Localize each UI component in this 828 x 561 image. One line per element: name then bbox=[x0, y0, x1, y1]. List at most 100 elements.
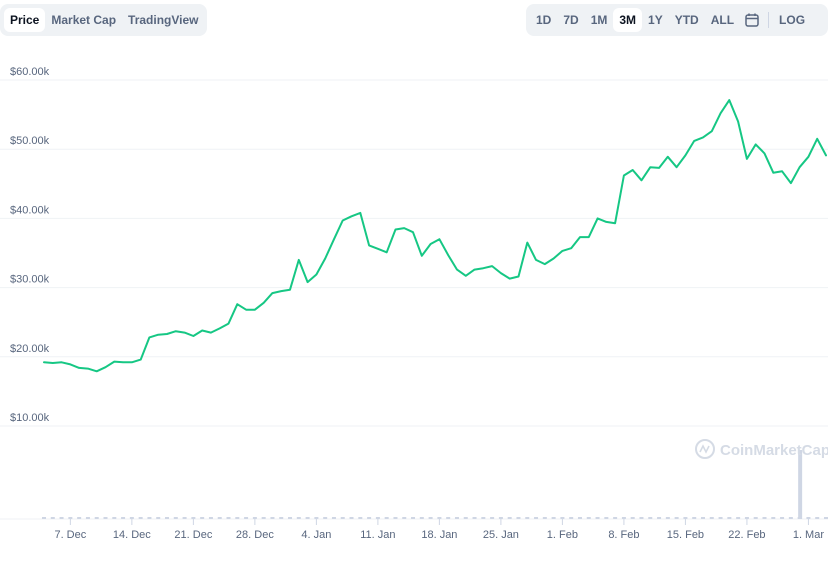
volume-bar bbox=[103, 517, 108, 519]
volume-bar bbox=[621, 517, 626, 519]
volume-bar bbox=[68, 517, 73, 519]
watermark-text: CoinMarketCap bbox=[720, 442, 828, 459]
volume-bar bbox=[481, 517, 486, 519]
volume-bar bbox=[42, 517, 46, 519]
volume-bar bbox=[700, 517, 705, 519]
volume-bar bbox=[393, 517, 398, 519]
volume-bar bbox=[454, 517, 459, 519]
volume-bar bbox=[446, 517, 451, 519]
volume-bar bbox=[595, 517, 600, 519]
volume-bar bbox=[428, 517, 433, 519]
volume-bar bbox=[639, 517, 644, 519]
x-tick-label: 21. Dec bbox=[174, 529, 212, 541]
volume-bar bbox=[288, 517, 293, 519]
volume-bar bbox=[165, 517, 170, 519]
volume-bar bbox=[736, 517, 741, 519]
volume-bar bbox=[402, 517, 407, 519]
volume-bar bbox=[296, 517, 301, 519]
volume-bar bbox=[586, 517, 591, 519]
volume-bar bbox=[472, 517, 477, 519]
volume-bar bbox=[94, 517, 99, 519]
x-tick-label: 14. Dec bbox=[113, 529, 151, 541]
volume-bar bbox=[788, 517, 793, 519]
x-tick-label: 4. Jan bbox=[301, 529, 331, 541]
volume-bar bbox=[261, 517, 266, 519]
volume-bar bbox=[463, 517, 468, 519]
volume-bar bbox=[419, 517, 424, 519]
price-line bbox=[43, 99, 827, 373]
volume-bar bbox=[375, 517, 380, 519]
volume-bar bbox=[613, 517, 618, 519]
y-tick-label: $30.00k bbox=[10, 274, 50, 286]
volume-bar bbox=[270, 517, 275, 519]
x-tick-label: 1. Mar bbox=[793, 529, 825, 541]
volume-bar bbox=[191, 517, 196, 519]
volume-bar bbox=[305, 517, 310, 519]
volume-bar bbox=[665, 517, 670, 519]
volume-bar bbox=[744, 517, 749, 519]
volume-bar bbox=[604, 517, 609, 519]
volume-bar bbox=[244, 517, 249, 519]
volume-bar bbox=[367, 517, 372, 519]
volume-bar bbox=[709, 517, 714, 519]
volume-bar bbox=[129, 517, 134, 519]
watermark: CoinMarketCap bbox=[695, 439, 828, 459]
x-tick-label: 18. Jan bbox=[421, 529, 457, 541]
volume-bar bbox=[815, 517, 820, 519]
volume-bar bbox=[50, 517, 55, 519]
volume-bar bbox=[173, 517, 178, 519]
x-tick-label: 1. Feb bbox=[547, 529, 578, 541]
volume-bar bbox=[727, 517, 732, 519]
x-tick-label: 25. Jan bbox=[483, 529, 519, 541]
volume-bar bbox=[279, 517, 284, 519]
volume-bar bbox=[217, 517, 222, 519]
volume-bar bbox=[358, 517, 363, 519]
volume-bar bbox=[525, 517, 530, 519]
y-tick-label: $50.00k bbox=[10, 135, 50, 147]
volume-bar bbox=[780, 517, 785, 519]
volume-bar bbox=[577, 517, 582, 519]
volume-bar bbox=[683, 517, 688, 519]
volume-bar bbox=[657, 517, 662, 519]
volume-bar bbox=[235, 517, 240, 519]
volume-bar bbox=[753, 517, 758, 519]
volume-bar bbox=[806, 517, 811, 519]
x-tick-label: 11. Jan bbox=[360, 529, 395, 541]
volume-bar bbox=[674, 517, 679, 519]
x-tick-label: 7. Dec bbox=[54, 529, 86, 541]
volume-bar bbox=[771, 517, 776, 519]
volume-bar bbox=[349, 517, 354, 519]
volume-bar bbox=[200, 517, 205, 519]
y-tick-label: $60.00k bbox=[10, 66, 50, 78]
volume-bar bbox=[762, 517, 767, 519]
coinmarketcap-logo-icon bbox=[695, 439, 715, 459]
volume-bar bbox=[252, 517, 257, 519]
volume-bar bbox=[323, 517, 328, 519]
volume-bar bbox=[147, 517, 152, 519]
volume-bar bbox=[498, 517, 503, 519]
y-tick-label: $10.00k bbox=[10, 412, 50, 424]
volume-bar bbox=[411, 517, 416, 519]
volume-bar bbox=[542, 517, 547, 519]
volume-bar bbox=[569, 517, 574, 519]
volume-bar bbox=[182, 517, 187, 519]
volume-bar bbox=[77, 517, 82, 519]
volume-bar bbox=[824, 517, 828, 519]
volume-bar bbox=[718, 517, 723, 519]
volume-bar bbox=[437, 517, 442, 519]
volume-bar bbox=[490, 517, 495, 519]
volume-bar bbox=[314, 517, 319, 519]
volume-bar bbox=[507, 517, 512, 519]
volume-bar bbox=[208, 517, 213, 519]
x-tick-label: 8. Feb bbox=[608, 529, 639, 541]
price-chart: $10.00k $20.00k $30.00k $40.00k $50.00k $60.0… bbox=[0, 66, 828, 541]
volume-bar-spike bbox=[798, 450, 803, 519]
volume-bar bbox=[226, 517, 231, 519]
volume-bar bbox=[85, 517, 90, 519]
x-tick-label: 22. Feb bbox=[728, 529, 765, 541]
y-tick-label: $40.00k bbox=[10, 204, 50, 216]
volume-bar bbox=[59, 517, 64, 519]
volume-bar bbox=[692, 517, 697, 519]
volume-bar bbox=[560, 517, 565, 519]
volume-bar bbox=[121, 517, 126, 519]
